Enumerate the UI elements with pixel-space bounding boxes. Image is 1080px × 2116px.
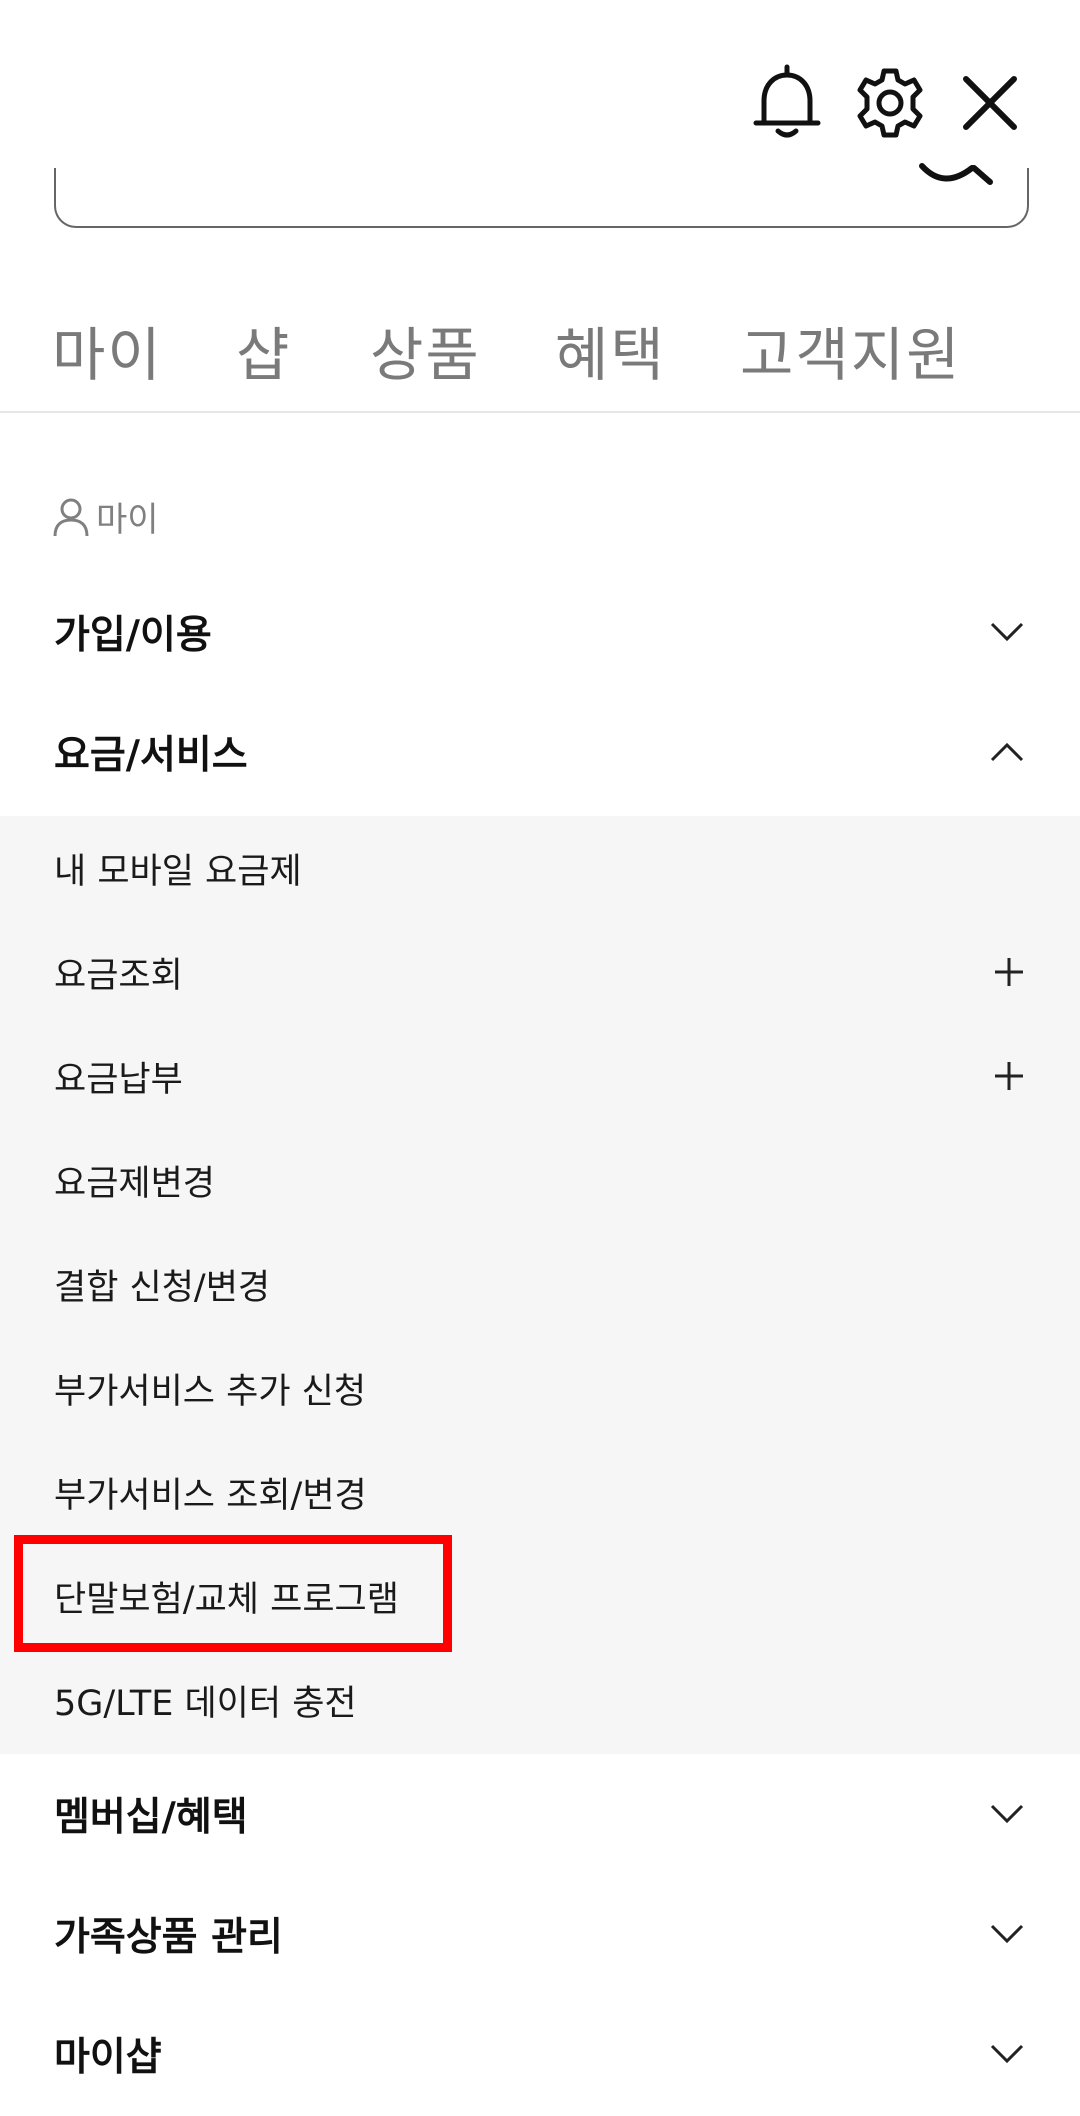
submenu-item-label: 결합 신청/변경	[54, 1267, 271, 1308]
submenu-item-label: 5G/LTE 데이터 충전	[54, 1683, 357, 1724]
submenu-item-plan-change[interactable]: 요금제변경	[0, 1128, 1080, 1232]
submenu-item-bundle-change[interactable]: 결합 신청/변경	[0, 1232, 1080, 1336]
gear-icon[interactable]	[845, 58, 935, 148]
chevron-down-icon	[990, 622, 1024, 642]
submenu-item-bill-inquiry[interactable]: 요금조회	[0, 920, 1080, 1024]
submenu-item-my-mobile-plan[interactable]: 내 모바일 요금제	[0, 816, 1080, 920]
plus-icon[interactable]	[994, 1061, 1024, 1091]
tab-benefits[interactable]: 혜택	[555, 308, 666, 392]
submenu-item-label: 부가서비스 조회/변경	[54, 1475, 367, 1516]
accordion-membership[interactable]: 멤버십/혜택	[0, 1754, 1080, 1874]
submenu-item-label: 부가서비스 추가 신청	[54, 1371, 367, 1412]
chevron-down-icon	[990, 1924, 1024, 1944]
submenu-item-addon-apply[interactable]: 부가서비스 추가 신청	[0, 1336, 1080, 1440]
accordion-family-products[interactable]: 가족상품 관리	[0, 1874, 1080, 1994]
submenu-item-data-charge[interactable]: 5G/LTE 데이터 충전	[0, 1648, 1080, 1752]
tab-products[interactable]: 상품	[370, 308, 481, 392]
main-nav-tabs: 마이 샵 상품 혜택 고객지원	[0, 300, 1080, 413]
accordion-title: 가입/이용	[54, 613, 212, 658]
billing-service-submenu: 내 모바일 요금제 요금조회 요금납부 요금제변경 결합 신청/변경 부가서비스…	[0, 816, 1080, 1754]
accordion-billing-service[interactable]: 요금/서비스	[0, 692, 1080, 812]
accordion-title: 가족상품 관리	[54, 1915, 283, 1960]
submenu-item-label: 요금조회	[54, 955, 183, 996]
submenu-item-label: 요금납부	[54, 1059, 183, 1100]
bell-icon[interactable]	[742, 58, 832, 148]
chevron-down-icon	[990, 2044, 1024, 2064]
chevron-up-icon	[990, 742, 1024, 762]
submenu-item-label: 내 모바일 요금제	[54, 851, 302, 892]
submenu-item-label: 요금제변경	[54, 1163, 216, 1204]
submenu-item-addon-manage[interactable]: 부가서비스 조회/변경	[0, 1440, 1080, 1544]
accordion-join-use[interactable]: 가입/이용	[0, 572, 1080, 692]
accordion-my-shop[interactable]: 마이샵	[0, 1994, 1080, 2114]
accordion-title: 멤버십/혜택	[54, 1795, 248, 1840]
tab-customer-support[interactable]: 고객지원	[740, 308, 961, 392]
section-label-text: 마이	[96, 500, 159, 540]
top-bar	[0, 0, 1080, 170]
tab-my[interactable]: 마이	[52, 308, 163, 392]
person-icon	[53, 498, 89, 536]
submenu-item-bill-payment[interactable]: 요금납부	[0, 1024, 1080, 1128]
accordion-title: 요금/서비스	[54, 733, 248, 778]
section-label: 마이	[52, 492, 159, 541]
search-input[interactable]	[54, 163, 1029, 228]
accordion-title: 마이샵	[54, 2035, 162, 2080]
submenu-item-label: 단말보험/교체 프로그램	[54, 1579, 399, 1620]
submenu-item-device-insurance[interactable]: 단말보험/교체 프로그램	[0, 1544, 1080, 1648]
search-icon	[919, 163, 993, 185]
tab-shop[interactable]: 샵	[236, 308, 291, 392]
close-icon[interactable]	[945, 58, 1035, 148]
chevron-down-icon	[990, 1804, 1024, 1824]
plus-icon[interactable]	[994, 957, 1024, 987]
